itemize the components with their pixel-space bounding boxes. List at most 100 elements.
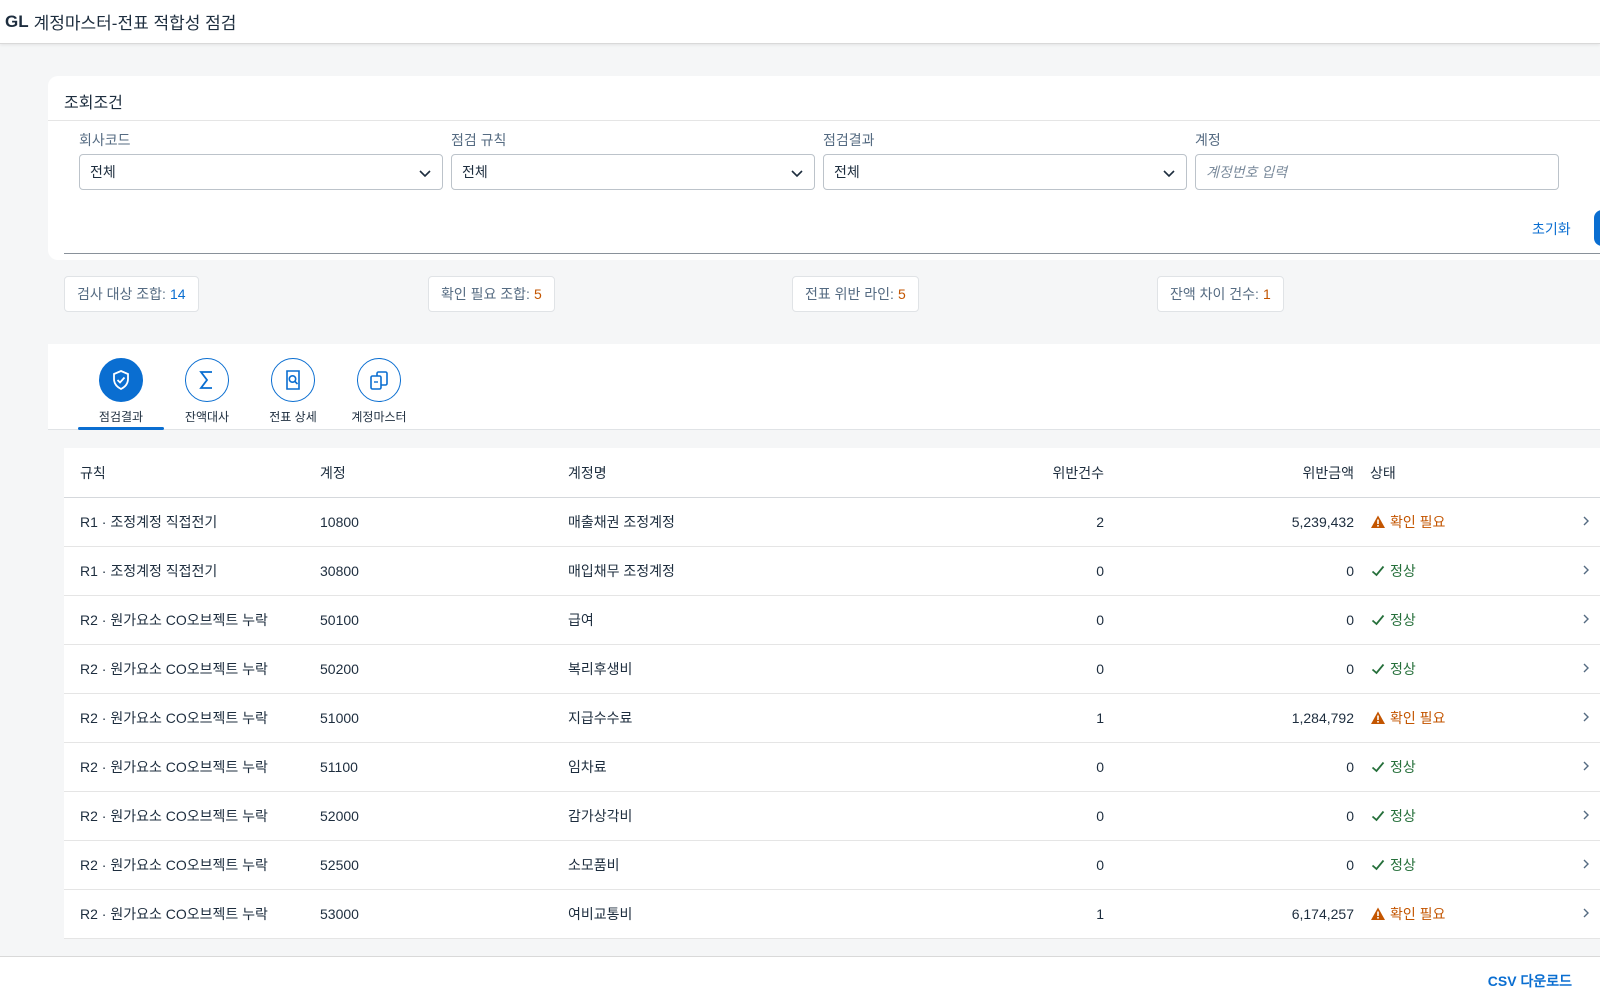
chevron-right-icon[interactable]	[1572, 563, 1600, 579]
app-header: GL 계정마스터-전표 적합성 점검	[0, 0, 1600, 44]
table-body: R1 · 조정계정 직접전기 10800 매출채권 조정계정 2 5,239,432 확인…	[64, 498, 1600, 939]
company-code-value: 전체	[90, 164, 116, 180]
chevron-right-icon[interactable]	[1572, 612, 1600, 628]
stat-label: 잔액 차이 건수:	[1170, 286, 1259, 302]
account-input[interactable]: 계정번호 입력	[1195, 154, 1559, 190]
chevron-right-icon[interactable]	[1572, 857, 1600, 873]
stat-total-combos: 검사 대상 조합: 14	[64, 276, 199, 312]
cell-status: 정상	[1362, 757, 1572, 777]
cell-account-name: 감가상각비	[568, 808, 633, 824]
tab-label: 계정마스터	[351, 410, 407, 424]
tab-check-result[interactable]: 점검결과	[78, 358, 164, 430]
cell-account: 52000	[320, 808, 359, 824]
cell-amount: 5,239,432	[1291, 514, 1354, 530]
cell-status: 정상	[1362, 855, 1572, 875]
table-row[interactable]: R1 · 조정계정 직접전기 30800 매입채무 조정계정 0 0 정상	[64, 547, 1600, 596]
status-text: 정상	[1390, 808, 1416, 824]
column-header-status[interactable]: 상태	[1362, 463, 1572, 483]
table-row[interactable]: R2 · 원가요소 CO오브젝트 누락 50200 복리후생비 0 0 정상	[64, 645, 1600, 694]
cell-account: 50200	[320, 661, 359, 677]
search-button[interactable]: 조회	[1594, 210, 1600, 246]
result-value: 전체	[834, 164, 860, 180]
table-row[interactable]: R2 · 원가요소 CO오브젝트 누락 52000 감가상각비 0 0 정상	[64, 792, 1600, 841]
cell-violations: 0	[1096, 759, 1104, 775]
company-code-label: 회사코드	[79, 132, 131, 148]
rule-label: 점검 규칙	[451, 132, 507, 148]
chevron-down-icon	[791, 170, 803, 178]
stat-balance-diff: 잔액 차이 건수: 1	[1157, 276, 1284, 312]
rule-select[interactable]: 전체	[451, 154, 815, 190]
cell-account-name: 매출채권 조정계정	[568, 514, 675, 530]
status-text: 확인 필요	[1390, 710, 1446, 726]
cell-amount: 6,174,257	[1291, 906, 1354, 922]
chevron-right-icon[interactable]	[1572, 661, 1600, 677]
cell-violations: 1	[1096, 906, 1104, 922]
footer-toolbar: CSV 다운로드	[0, 956, 1600, 1000]
cell-account: 51100	[320, 759, 358, 775]
cell-rule: R2 · 원가요소 CO오브젝트 누락	[80, 710, 268, 726]
cell-violations: 0	[1096, 857, 1104, 873]
csv-download-button[interactable]: CSV 다운로드	[1488, 971, 1572, 991]
stat-value: 1	[1262, 286, 1271, 302]
document-search-icon	[271, 358, 315, 402]
checkmark-icon	[1371, 761, 1385, 773]
result-label: 점검결과	[823, 132, 875, 148]
shield-check-icon	[99, 358, 143, 402]
tab-balance-reconcile[interactable]: 잔액대사	[164, 358, 250, 430]
cell-account: 52500	[320, 857, 359, 873]
checkmark-icon	[1371, 614, 1385, 626]
filter-title: 조회조건	[64, 95, 123, 112]
column-header-account-name[interactable]: 계정명	[552, 463, 812, 483]
cell-violations: 2	[1096, 514, 1104, 530]
cell-violations: 0	[1096, 661, 1104, 677]
cell-rule: R2 · 원가요소 CO오브젝트 누락	[80, 661, 268, 677]
cell-rule: R2 · 원가요소 CO오브젝트 누락	[80, 612, 268, 628]
stat-value: 14	[169, 286, 186, 302]
stat-value: 5	[533, 286, 542, 302]
cell-amount: 0	[1346, 857, 1354, 873]
status-text: 정상	[1390, 759, 1416, 775]
tab-account-master[interactable]: 계정마스터	[336, 358, 422, 430]
cell-status: 확인 필요	[1362, 512, 1572, 532]
checkmark-icon	[1371, 663, 1385, 675]
warning-icon	[1371, 711, 1385, 724]
chevron-right-icon[interactable]	[1572, 759, 1600, 775]
cell-amount: 0	[1346, 563, 1354, 579]
cell-amount: 0	[1346, 759, 1354, 775]
chevron-right-icon[interactable]	[1572, 514, 1600, 530]
cell-account: 51000	[320, 710, 359, 726]
column-header-rule[interactable]: 규칙	[64, 463, 304, 483]
divider	[64, 253, 1600, 254]
stat-label: 검사 대상 조합:	[77, 286, 166, 302]
column-header-violations[interactable]: 위반건수	[812, 463, 1114, 483]
column-header-account[interactable]: 계정	[304, 463, 552, 483]
chevron-right-icon[interactable]	[1572, 906, 1600, 922]
status-text: 확인 필요	[1390, 906, 1446, 922]
cell-status: 확인 필요	[1362, 904, 1572, 924]
tab-label: 점검결과	[98, 410, 144, 424]
tab-document-detail[interactable]: 전표 상세	[250, 358, 336, 430]
status-text: 정상	[1390, 612, 1416, 628]
column-header-amount[interactable]: 위반금액	[1114, 463, 1362, 483]
cell-account-name: 지급수수료	[568, 710, 633, 726]
cell-account-name: 급여	[568, 612, 594, 628]
tab-label: 전표 상세	[269, 410, 317, 424]
table-row[interactable]: R2 · 원가요소 CO오브젝트 누락 50100 급여 0 0 정상	[64, 596, 1600, 645]
table-row[interactable]: R2 · 원가요소 CO오브젝트 누락 51000 지급수수료 1 1,284,792 확…	[64, 694, 1600, 743]
table-row[interactable]: R2 · 원가요소 CO오브젝트 누락 53000 여비교통비 1 6,174,257 확…	[64, 890, 1600, 939]
chevron-right-icon[interactable]	[1572, 808, 1600, 824]
chevron-right-icon[interactable]	[1572, 710, 1600, 726]
company-code-select[interactable]: 전체	[79, 154, 443, 190]
stat-label: 확인 필요 조합:	[441, 286, 530, 302]
table-row[interactable]: R1 · 조정계정 직접전기 10800 매출채권 조정계정 2 5,239,432 확인…	[64, 498, 1600, 547]
chevron-down-icon	[419, 170, 431, 178]
cell-rule: R2 · 원가요소 CO오브젝트 누락	[80, 808, 268, 824]
table-row[interactable]: R2 · 원가요소 CO오브젝트 누락 52500 소모품비 0 0 정상	[64, 841, 1600, 890]
table-row[interactable]: R2 · 원가요소 CO오브젝트 누락 51100 임차료 0 0 정상	[64, 743, 1600, 792]
reset-button[interactable]: 초기화	[1532, 219, 1571, 239]
result-select[interactable]: 전체	[823, 154, 1187, 190]
warning-icon	[1371, 515, 1385, 528]
account-label: 계정	[1195, 132, 1221, 148]
sigma-icon	[185, 358, 229, 402]
cell-status: 확인 필요	[1362, 708, 1572, 728]
